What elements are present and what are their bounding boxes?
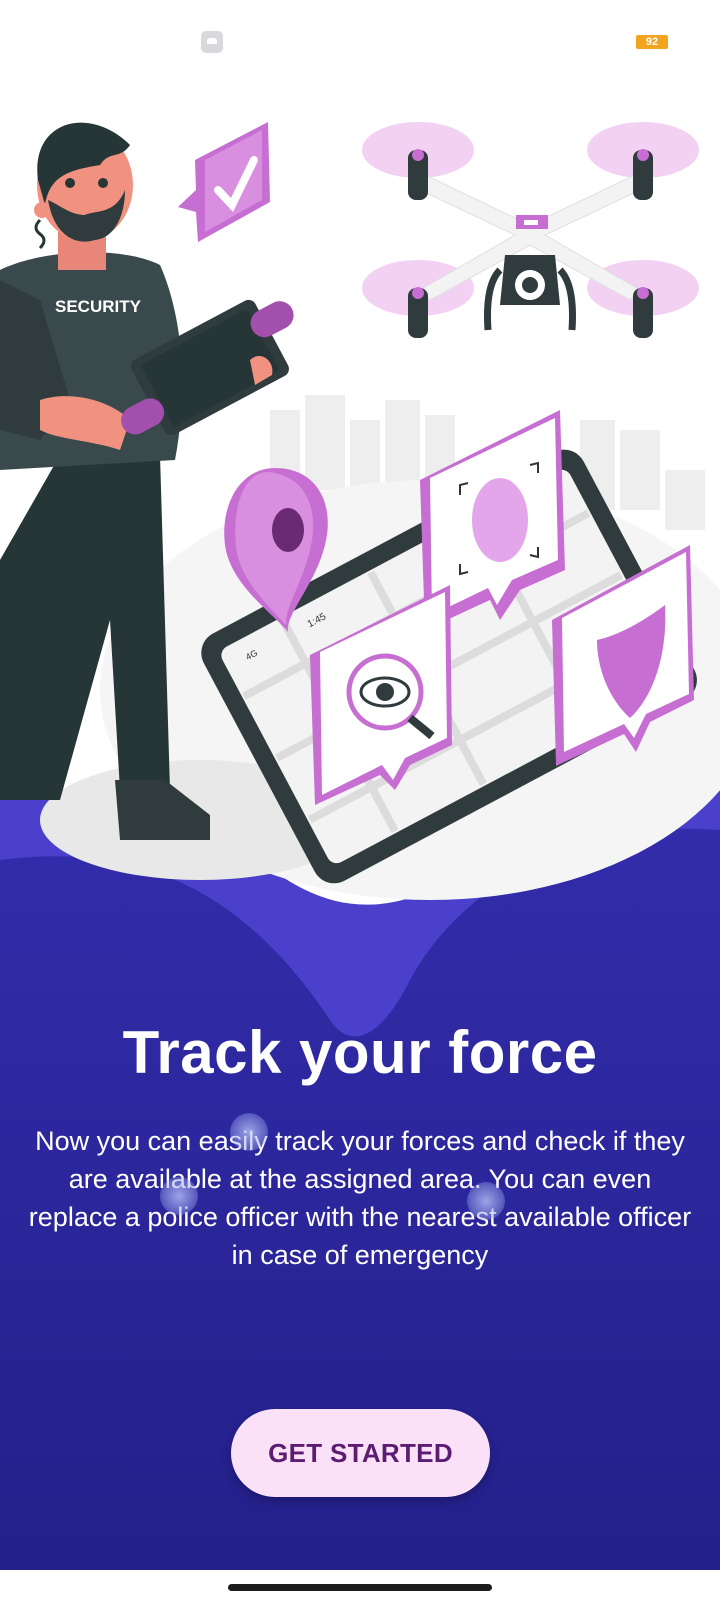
touch-indicator <box>160 1177 198 1215</box>
touch-indicator <box>467 1182 505 1220</box>
security-badge-text: SECURITY <box>55 297 142 316</box>
get-started-button[interactable]: GET STARTED <box>231 1409 490 1497</box>
checkmark-sign-icon <box>178 122 270 242</box>
drone-icon <box>362 122 699 338</box>
home-indicator[interactable] <box>228 1584 492 1591</box>
touch-indicator <box>230 1113 268 1151</box>
page-title: Track your force <box>122 1019 598 1086</box>
security-drone-illustration: 1:45 4G SECURITY <box>0 122 720 900</box>
page-description: Now you can easily track your forces and… <box>28 1126 692 1270</box>
